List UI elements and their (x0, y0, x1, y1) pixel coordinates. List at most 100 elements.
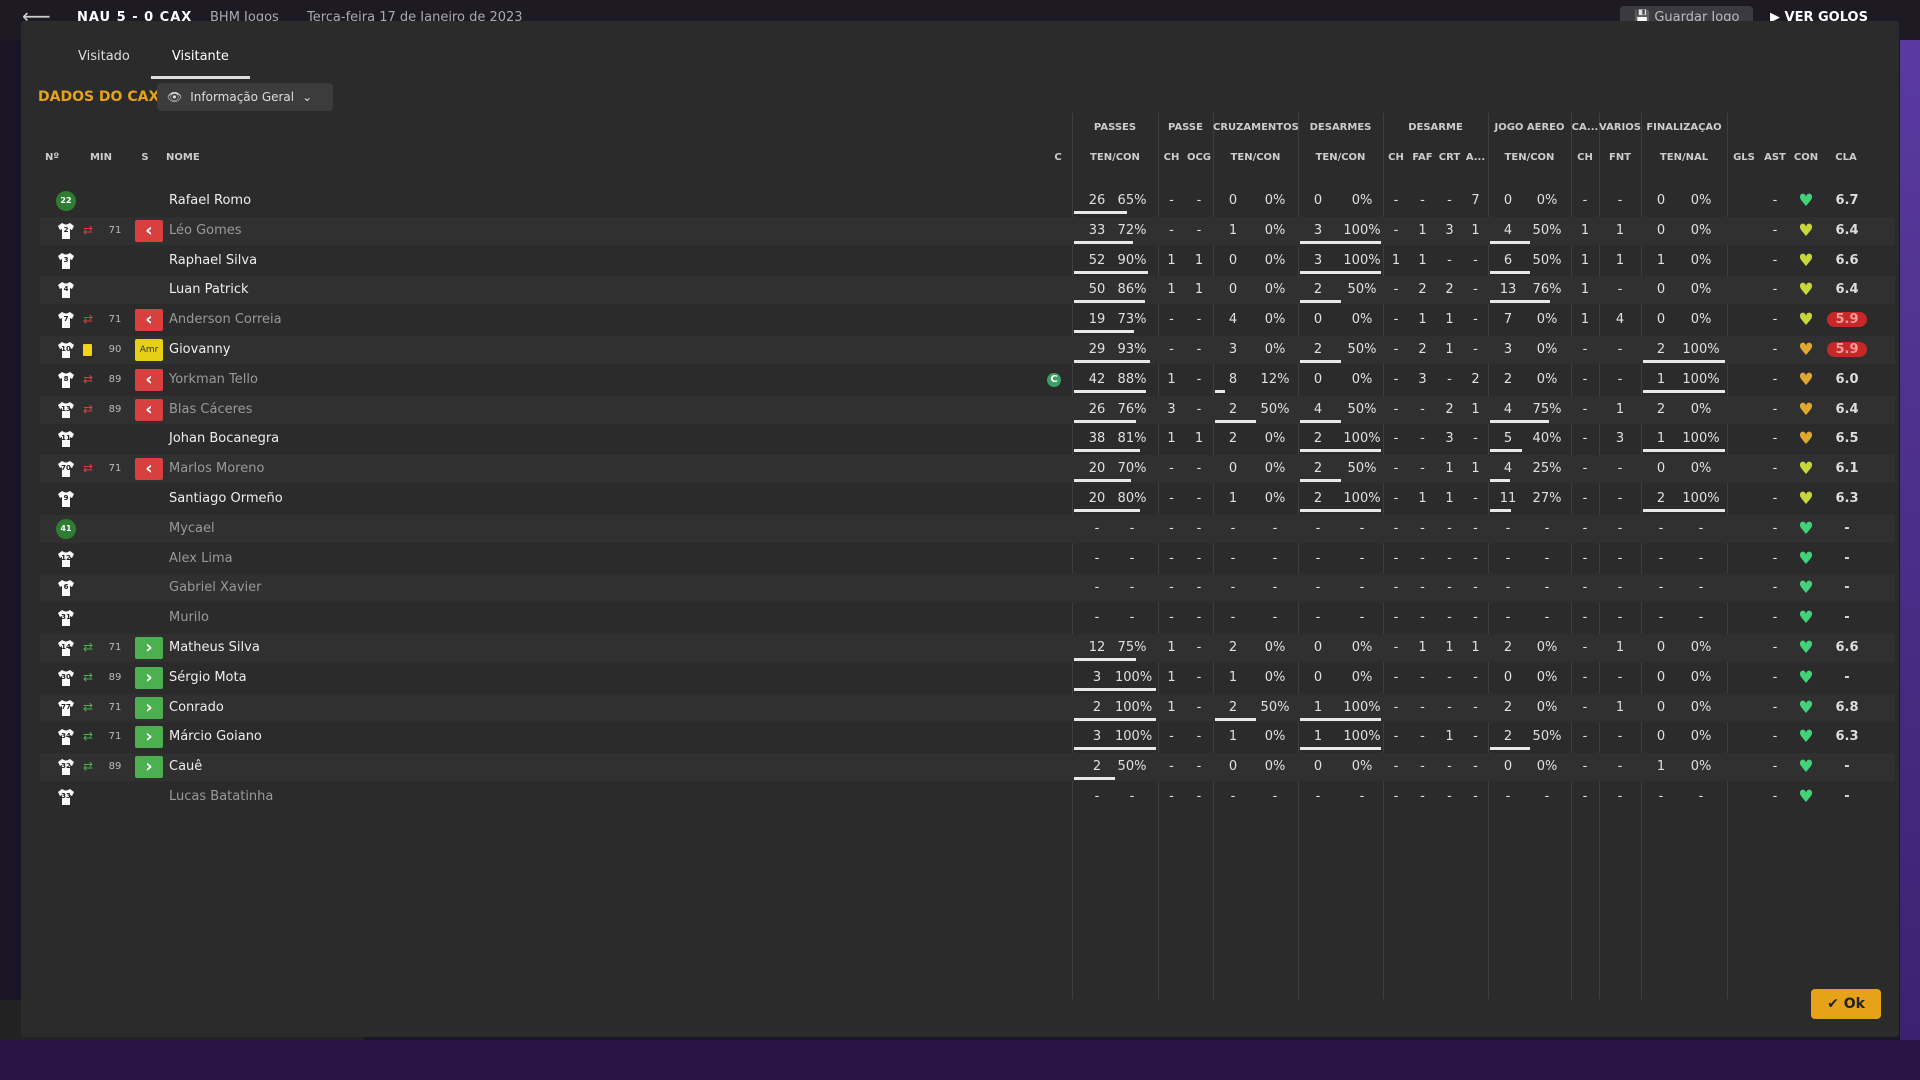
player-name[interactable]: Marlos Moreno (169, 461, 264, 476)
column-header-gls[interactable]: GLS (1727, 152, 1761, 163)
passes-pct: 76% (1117, 401, 1147, 417)
sub-out-icon: ⇄ (82, 312, 94, 327)
player-rating: - (1844, 550, 1850, 566)
fouls-committed: - (1447, 252, 1452, 268)
column-header-d_faf[interactable]: FAF (1409, 152, 1436, 163)
column-header-p_ch[interactable]: CH (1158, 152, 1185, 163)
column-header-cla[interactable]: CLA (1823, 152, 1869, 163)
player-name[interactable]: Blas Cáceres (169, 402, 252, 417)
column-header-a_tc[interactable]: TEN/CON (1488, 152, 1571, 163)
player-name[interactable]: Luan Patrick (169, 282, 249, 297)
column-header-con[interactable]: CON (1789, 152, 1823, 163)
aerial-pct: 27% (1532, 491, 1562, 506)
minute: 89 (108, 403, 122, 415)
player-name[interactable]: Raphael Silva (169, 253, 257, 268)
fouls-committed: 1 (1445, 312, 1454, 328)
tackles-pct: 0% (1351, 312, 1373, 328)
tackles-attempted: 2 (1313, 282, 1323, 298)
passes-attempted: 2 (1092, 699, 1102, 715)
passes-ocg: - (1196, 461, 1202, 477)
player-name[interactable]: Anderson Correia (169, 312, 282, 327)
player-name[interactable]: Alex Lima (169, 551, 233, 566)
passes-key: - (1169, 580, 1174, 596)
passes-pct: 72% (1117, 222, 1147, 238)
tackles-key: - (1393, 431, 1399, 447)
fouls-against: - (1420, 610, 1425, 626)
fouls-committed: 2 (1445, 282, 1454, 298)
column-header-s[interactable]: S (137, 152, 153, 163)
progress-bar (1074, 687, 1156, 691)
crosses-attempted: 0 (1228, 193, 1238, 208)
tackles-attempted: 1 (1313, 699, 1323, 715)
player-name[interactable]: Léo Gomes (169, 223, 242, 238)
column-header-cr_tc[interactable]: TEN/CON (1213, 152, 1298, 163)
player-name[interactable]: Márcio Goiano (169, 729, 262, 744)
tackles-a: - (1473, 431, 1478, 447)
player-name[interactable]: Sérgio Mota (169, 670, 247, 685)
progress-bar (1490, 449, 1522, 453)
column-header-nome[interactable]: NOME (166, 152, 226, 163)
column-header-d_a[interactable]: A... (1463, 152, 1488, 163)
player-rating: 6.7 (1835, 193, 1859, 208)
progress-bar (1300, 419, 1341, 423)
shots-pct: 0% (1690, 222, 1712, 238)
player-name[interactable]: Yorkman Tello (169, 372, 258, 387)
tackles-key: - (1393, 520, 1399, 536)
column-header-d_ch[interactable]: CH (1383, 152, 1409, 163)
shots-total: - (1658, 610, 1664, 626)
column-header-p_ocg[interactable]: OCG (1185, 152, 1213, 163)
tackles-pct: 50% (1347, 461, 1377, 477)
sub-out-icon: ⇄ (82, 401, 94, 416)
player-name[interactable]: Santiago Ormeño (169, 491, 283, 506)
shots-pct: 100% (1682, 431, 1720, 447)
various-fnt: - (1617, 729, 1623, 745)
passes-pct: 80% (1117, 491, 1147, 506)
column-header-p_tc[interactable]: TEN/CON (1072, 152, 1158, 163)
column-header-ds_tc[interactable]: TEN/CON (1298, 152, 1383, 163)
passes-pct: 100% (1115, 729, 1153, 745)
player-name[interactable]: Lucas Batatinha (169, 789, 273, 804)
player-name[interactable]: Conrado (169, 700, 224, 715)
progress-bar (1215, 419, 1256, 423)
progress-bar (1643, 360, 1725, 363)
progress-bar (1300, 717, 1381, 721)
column-header-ast[interactable]: AST (1761, 152, 1789, 163)
passes-ocg: 1 (1194, 282, 1204, 298)
shots-pct: 0% (1690, 312, 1712, 328)
ok-button[interactable]: ✔ Ok (1811, 989, 1881, 1019)
column-header-num[interactable]: Nº (39, 152, 65, 163)
fouls-committed: - (1447, 669, 1452, 685)
fouls-against: - (1420, 580, 1425, 596)
player-name[interactable]: Murilo (169, 610, 209, 625)
shots-total: - (1658, 520, 1664, 536)
passes-attempted: 2 (1092, 759, 1102, 775)
passes-key: 1 (1167, 669, 1176, 685)
player-name[interactable]: Matheus Silva (169, 640, 260, 655)
column-header-min[interactable]: MIN (87, 152, 115, 163)
crosses-pct: 12% (1260, 371, 1290, 387)
column-header-ca_ch[interactable]: CH (1571, 152, 1599, 163)
passes-ocg: - (1196, 401, 1202, 417)
aerial-attempted: 2 (1503, 729, 1513, 745)
player-name[interactable]: Mycael (169, 521, 215, 536)
passes-attempted: 50 (1088, 282, 1106, 298)
player-name[interactable]: Gabriel Xavier (169, 580, 262, 595)
passes-attempted: 29 (1088, 342, 1106, 357)
tackles-key: - (1393, 222, 1399, 238)
column-header-c[interactable]: C (1051, 152, 1065, 163)
mood-heart-icon: ♥ (1798, 727, 1814, 748)
mood-heart-icon: ♥ (1798, 638, 1814, 658)
column-header-f_tn[interactable]: TEN/NAL (1641, 152, 1727, 163)
player-name[interactable]: Johan Bocanegra (169, 431, 279, 446)
shirt-number: 3 (63, 255, 69, 264)
fouls-against: 1 (1418, 222, 1427, 238)
shirt-number: 31 (61, 613, 71, 622)
player-name[interactable]: Cauê (169, 759, 202, 774)
column-header-v_fnt[interactable]: FNT (1599, 152, 1641, 163)
player-name[interactable]: Rafael Romo (169, 193, 251, 208)
shirt-number: 10 (61, 345, 71, 353)
column-header-d_crt[interactable]: CRT (1436, 152, 1463, 163)
fouls-against: - (1420, 759, 1425, 775)
passes-pct: 65% (1117, 193, 1147, 208)
player-name[interactable]: Giovanny (169, 342, 230, 357)
